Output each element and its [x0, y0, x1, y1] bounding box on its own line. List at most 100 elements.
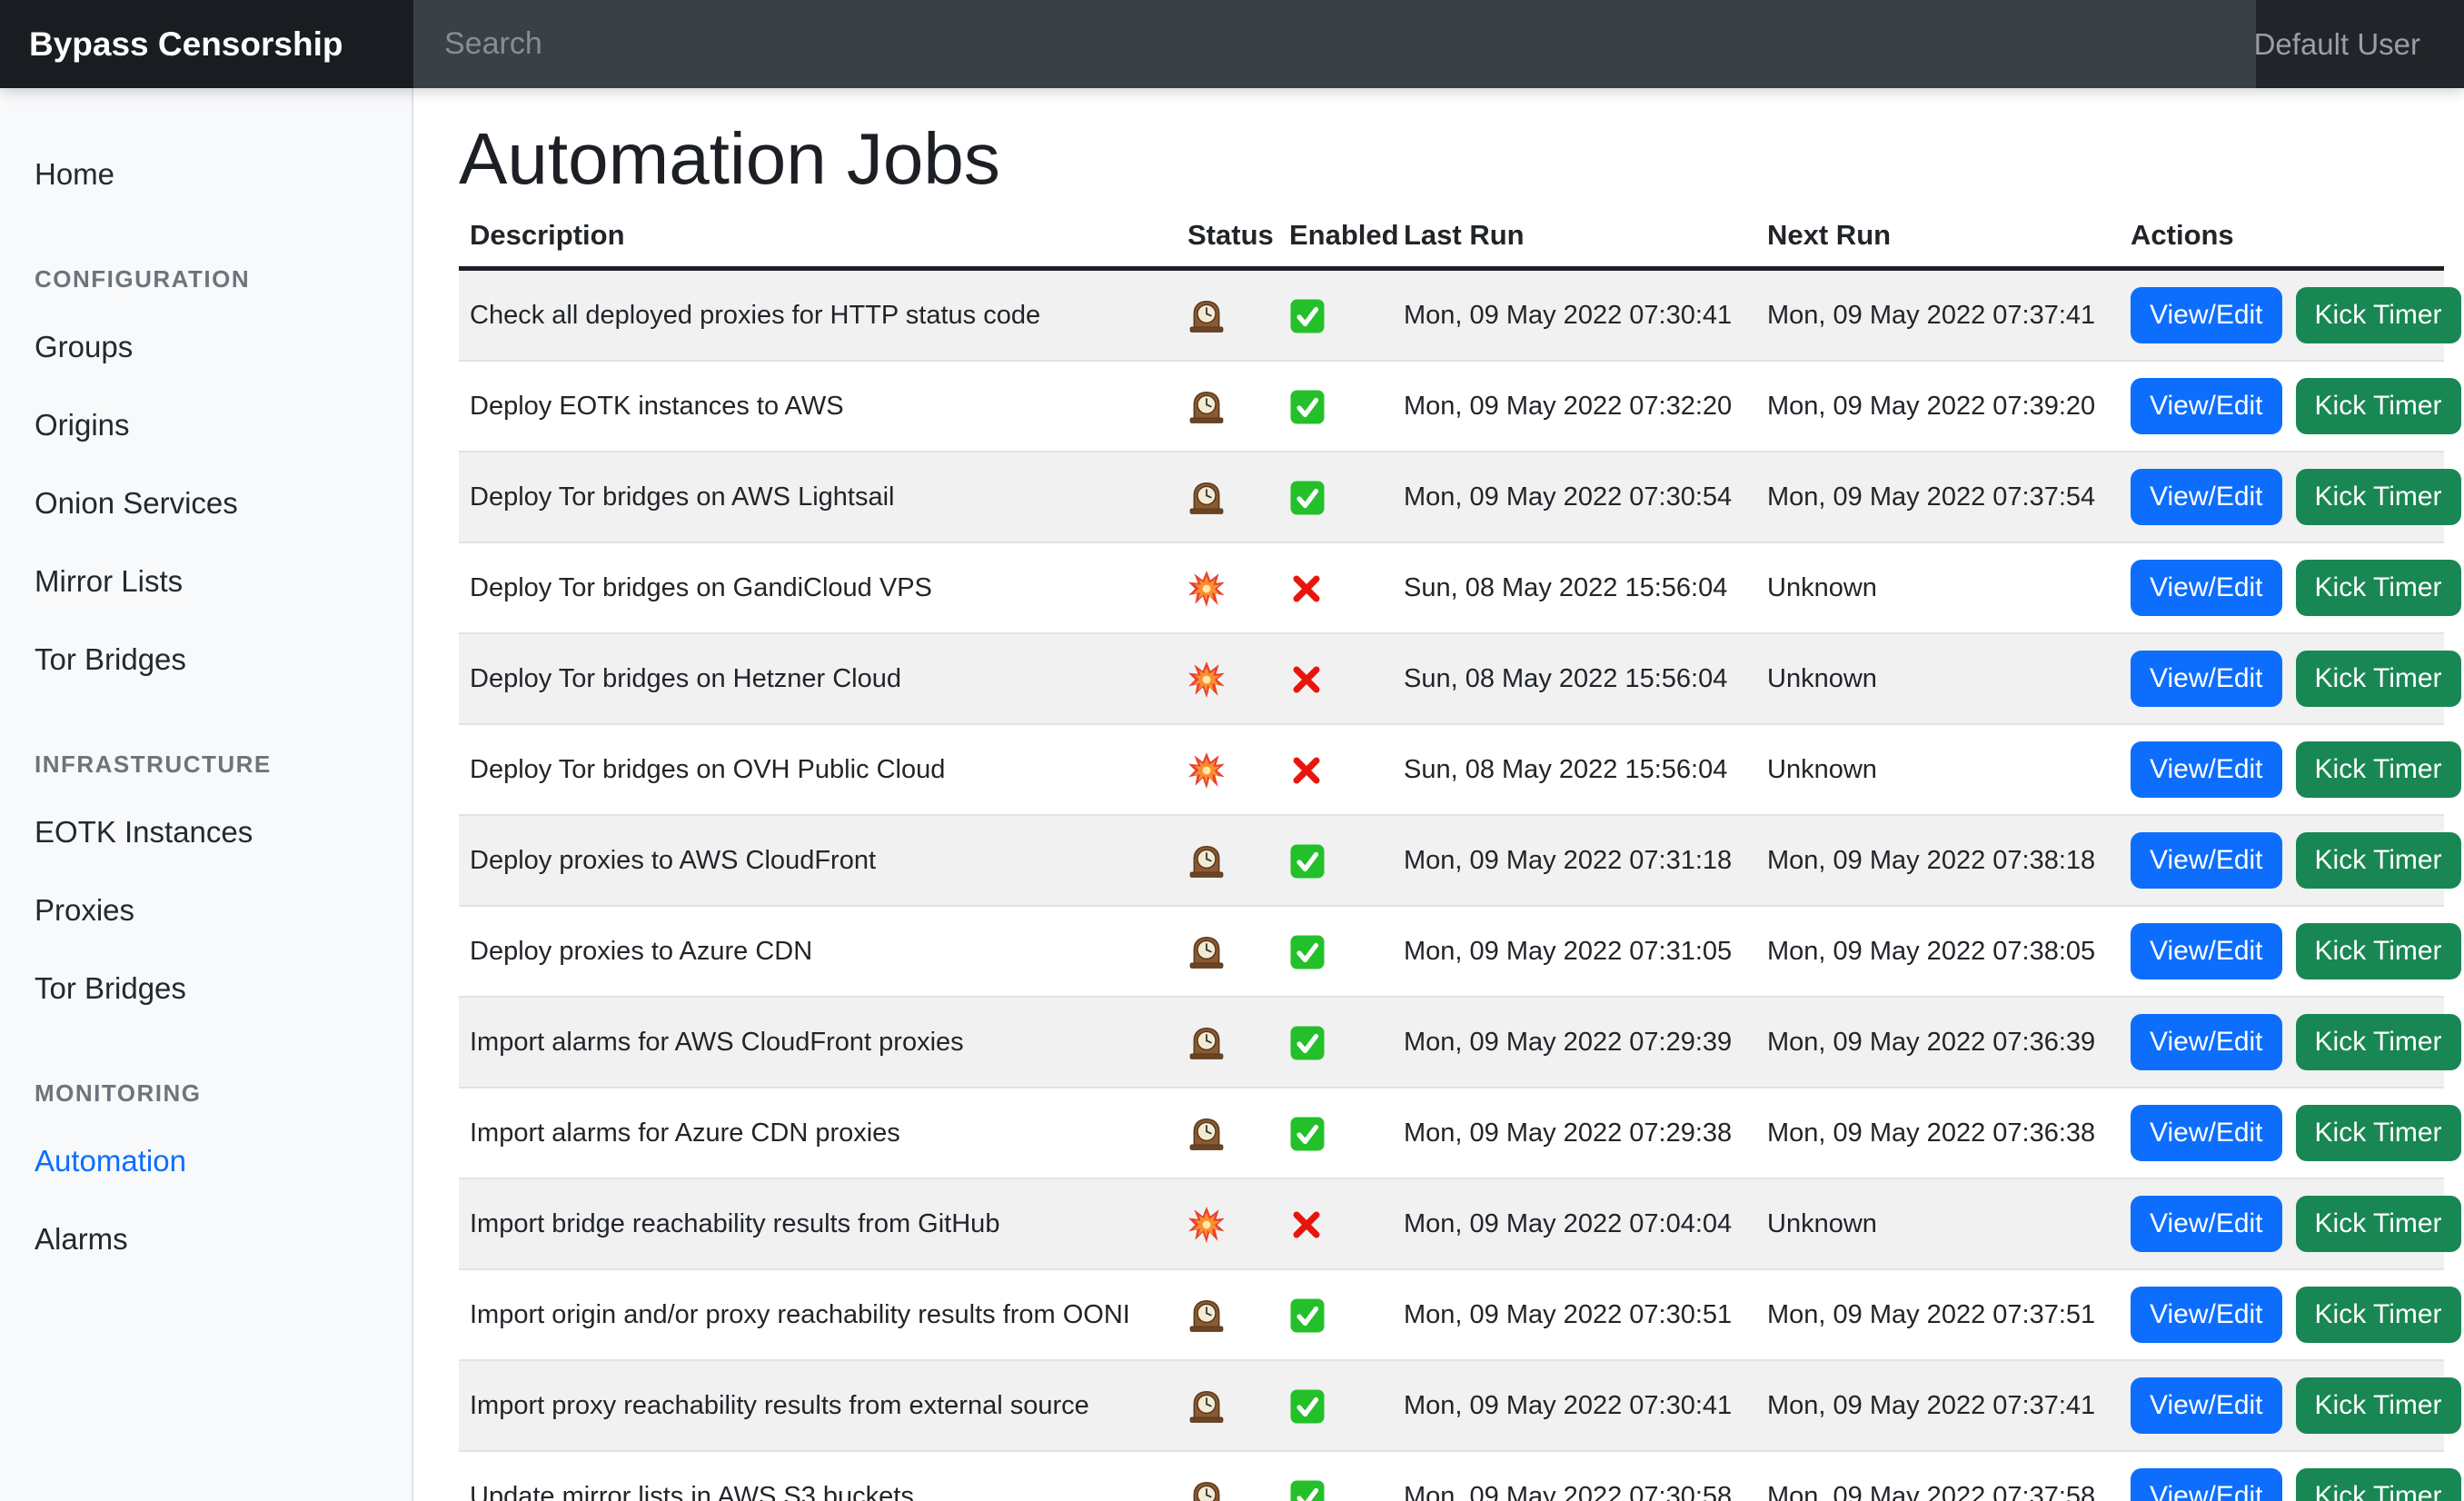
- job-enabled-cell: [1278, 724, 1393, 815]
- job-status-cell: [1177, 1360, 1278, 1451]
- next-run-cell: Mon, 09 May 2022 07:37:41: [1756, 269, 2120, 362]
- mantel-clock-icon: [1187, 1482, 1226, 1501]
- collision-icon: [1187, 664, 1226, 693]
- last-run-cell: Mon, 09 May 2022 07:29:39: [1393, 997, 1756, 1088]
- sidebar-item-proxies[interactable]: Proxies: [35, 871, 390, 949]
- sidebar-item-mirror-lists[interactable]: Mirror Lists: [35, 542, 390, 621]
- job-status-cell: [1177, 724, 1278, 815]
- kick-timer-button[interactable]: Kick Timer: [2296, 1014, 2461, 1070]
- table-header-row: DescriptionStatusEnabledLast RunNext Run…: [459, 210, 2444, 269]
- table-row: Update mirror lists in AWS S3 bucketsMon…: [459, 1451, 2444, 1501]
- view-edit-button[interactable]: View/Edit: [2131, 651, 2282, 707]
- kick-timer-button[interactable]: Kick Timer: [2296, 1196, 2461, 1252]
- collision-icon: [1187, 755, 1226, 784]
- kick-timer-button[interactable]: Kick Timer: [2296, 1468, 2461, 1501]
- view-edit-button[interactable]: View/Edit: [2131, 469, 2282, 525]
- kick-timer-button[interactable]: Kick Timer: [2296, 832, 2461, 889]
- last-run-cell: Sun, 08 May 2022 15:56:04: [1393, 542, 1756, 633]
- view-edit-button[interactable]: View/Edit: [2131, 923, 2282, 979]
- check-icon: [1289, 301, 1326, 330]
- job-status-cell: [1177, 633, 1278, 724]
- column-header-enabled: Enabled: [1278, 210, 1393, 269]
- mantel-clock-icon: [1187, 392, 1226, 421]
- sidebar-item-onion-services[interactable]: Onion Services: [35, 464, 390, 542]
- job-status-cell: [1177, 1178, 1278, 1269]
- search-bar: [413, 0, 2256, 88]
- job-description: Deploy proxies to Azure CDN: [459, 906, 1177, 997]
- view-edit-button[interactable]: View/Edit: [2131, 1377, 2282, 1434]
- view-edit-button[interactable]: View/Edit: [2131, 1287, 2282, 1343]
- user-menu-label: Default User: [2254, 27, 2420, 62]
- sidebar-heading-configuration: CONFIGURATION: [35, 264, 390, 293]
- job-description: Deploy Tor bridges on GandiCloud VPS: [459, 542, 1177, 633]
- view-edit-button[interactable]: View/Edit: [2131, 1468, 2282, 1501]
- actions-cell: View/EditKick Timer: [2120, 452, 2444, 542]
- kick-timer-button[interactable]: Kick Timer: [2296, 1377, 2461, 1434]
- job-status-cell: [1177, 1269, 1278, 1360]
- kick-timer-button[interactable]: Kick Timer: [2296, 469, 2461, 525]
- sidebar-item-tor-bridges[interactable]: Tor Bridges: [35, 621, 390, 699]
- actions-cell: View/EditKick Timer: [2120, 997, 2444, 1088]
- kick-timer-button[interactable]: Kick Timer: [2296, 378, 2461, 434]
- table-row: Deploy proxies to Azure CDN Mon, 09 May 2…: [459, 906, 2444, 997]
- next-run-cell: Unknown: [1756, 633, 2120, 724]
- view-edit-button[interactable]: View/Edit: [2131, 378, 2282, 434]
- kick-timer-button[interactable]: Kick Timer: [2296, 560, 2461, 616]
- sidebar-item-origins[interactable]: Origins: [35, 386, 390, 464]
- actions-cell: View/EditKick Timer: [2120, 269, 2444, 362]
- cross-icon: [1289, 755, 1324, 784]
- search-input[interactable]: [413, 0, 2256, 88]
- job-description: Import alarms for Azure CDN proxies: [459, 1088, 1177, 1178]
- view-edit-button[interactable]: View/Edit: [2131, 1196, 2282, 1252]
- kick-timer-button[interactable]: Kick Timer: [2296, 741, 2461, 798]
- sidebar-item-automation[interactable]: Automation: [35, 1122, 390, 1200]
- sidebar-item-tor-bridges-2[interactable]: Tor Bridges: [35, 949, 390, 1028]
- mantel-clock-icon: [1187, 1028, 1226, 1057]
- kick-timer-button[interactable]: Kick Timer: [2296, 923, 2461, 979]
- cross-icon: [1289, 1209, 1324, 1238]
- check-icon: [1289, 482, 1326, 512]
- table-row: Import alarms for Azure CDN proxiesMon, …: [459, 1088, 2444, 1178]
- job-description: Deploy Tor bridges on AWS Lightsail: [459, 452, 1177, 542]
- job-enabled-cell: [1278, 452, 1393, 542]
- view-edit-button[interactable]: View/Edit: [2131, 1105, 2282, 1161]
- job-enabled-cell: [1278, 815, 1393, 906]
- user-menu[interactable]: Default User: [2256, 0, 2464, 88]
- last-run-cell: Mon, 09 May 2022 07:30:58: [1393, 1451, 1756, 1501]
- view-edit-button[interactable]: View/Edit: [2131, 560, 2282, 616]
- check-icon: [1289, 1300, 1326, 1329]
- job-status-cell: [1177, 1088, 1278, 1178]
- column-header-status: Status: [1177, 210, 1278, 269]
- job-enabled-cell: [1278, 1269, 1393, 1360]
- kick-timer-button[interactable]: Kick Timer: [2296, 287, 2461, 343]
- kick-timer-button[interactable]: Kick Timer: [2296, 651, 2461, 707]
- kick-timer-button[interactable]: Kick Timer: [2296, 1287, 2461, 1343]
- job-enabled-cell: [1278, 1451, 1393, 1501]
- sidebar-item-eotk-instances[interactable]: EOTK Instances: [35, 793, 390, 871]
- top-navbar: Bypass Censorship Default User: [0, 0, 2464, 88]
- job-status-cell: [1177, 361, 1278, 452]
- view-edit-button[interactable]: View/Edit: [2131, 832, 2282, 889]
- view-edit-button[interactable]: View/Edit: [2131, 1014, 2282, 1070]
- table-row: Deploy Tor bridges on AWS LightsailMon, …: [459, 452, 2444, 542]
- table-row: Import alarms for AWS CloudFront proxies…: [459, 997, 2444, 1088]
- view-edit-button[interactable]: View/Edit: [2131, 287, 2282, 343]
- check-icon: [1289, 1391, 1326, 1420]
- next-run-cell: Mon, 09 May 2022 07:37:41: [1756, 1360, 2120, 1451]
- view-edit-button[interactable]: View/Edit: [2131, 741, 2282, 798]
- check-icon: [1289, 392, 1326, 421]
- table-row: Import bridge reachability results from …: [459, 1178, 2444, 1269]
- job-description: Deploy Tor bridges on OVH Public Cloud: [459, 724, 1177, 815]
- sidebar: Home CONFIGURATION GroupsOriginsOnion Serv…: [0, 88, 413, 1501]
- sidebar-item-groups[interactable]: Groups: [35, 308, 390, 386]
- mantel-clock-icon: [1187, 1118, 1226, 1148]
- sidebar-item-alarms[interactable]: Alarms: [35, 1200, 390, 1278]
- next-run-cell: Mon, 09 May 2022 07:38:05: [1756, 906, 2120, 997]
- cross-icon: [1289, 664, 1324, 693]
- sidebar-item-home[interactable]: Home: [35, 135, 390, 214]
- last-run-cell: Mon, 09 May 2022 07:30:41: [1393, 269, 1756, 362]
- mantel-clock-icon: [1187, 482, 1226, 512]
- app-brand[interactable]: Bypass Censorship: [0, 0, 413, 88]
- kick-timer-button[interactable]: Kick Timer: [2296, 1105, 2461, 1161]
- last-run-cell: Mon, 09 May 2022 07:31:05: [1393, 906, 1756, 997]
